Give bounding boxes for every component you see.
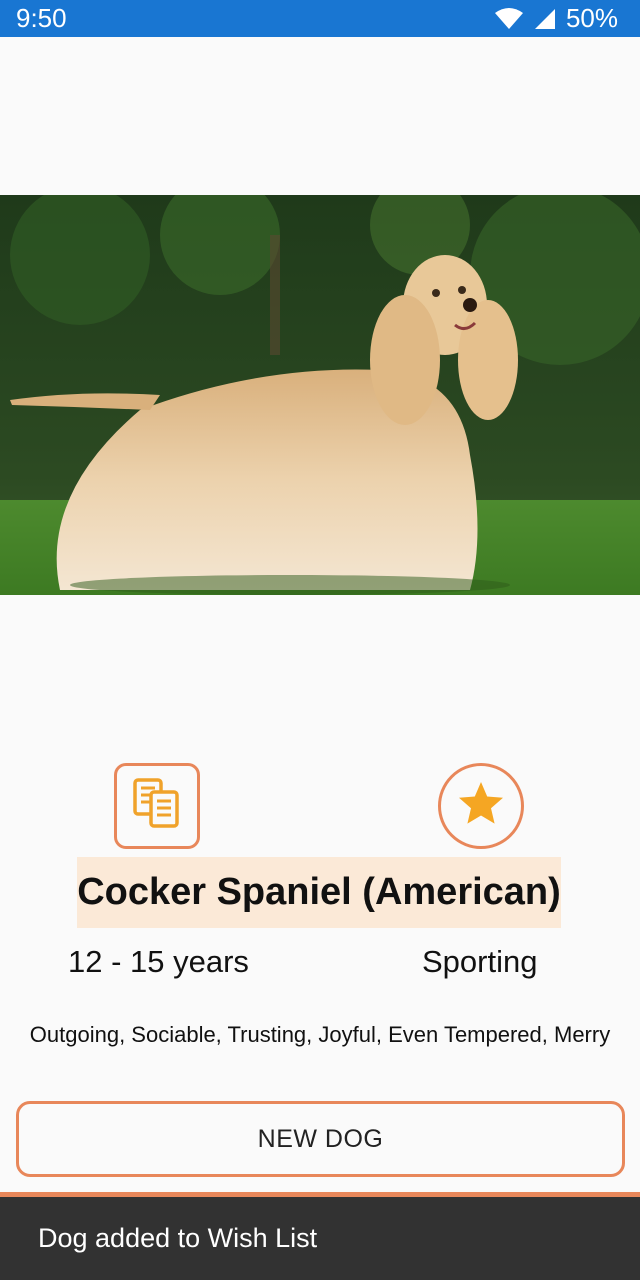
copy-button[interactable] <box>114 763 200 849</box>
wifi-icon <box>494 7 524 30</box>
snackbar-message: Dog added to Wish List <box>38 1223 318 1253</box>
status-time: 9:50 <box>16 3 67 33</box>
breed-name: Cocker Spaniel (American) <box>77 857 561 928</box>
cell-signal-icon <box>534 8 556 30</box>
new-dog-button[interactable]: NEW DOG <box>16 1101 625 1177</box>
status-bar: 9:50 50% <box>0 0 640 37</box>
star-icon <box>456 779 506 834</box>
breed-group: Sporting <box>422 944 538 979</box>
status-icons: 50% <box>494 3 618 34</box>
life-span: 12 - 15 years <box>68 944 249 979</box>
snackbar: Dog added to Wish List <box>0 1197 640 1280</box>
temperament: Outgoing, Sociable, Trusting, Joyful, Ev… <box>29 1022 611 1047</box>
favorite-button[interactable] <box>438 763 524 849</box>
copy-documents-icon <box>129 776 185 837</box>
dog-photo <box>0 195 640 595</box>
battery-level: 50% <box>565 3 618 33</box>
